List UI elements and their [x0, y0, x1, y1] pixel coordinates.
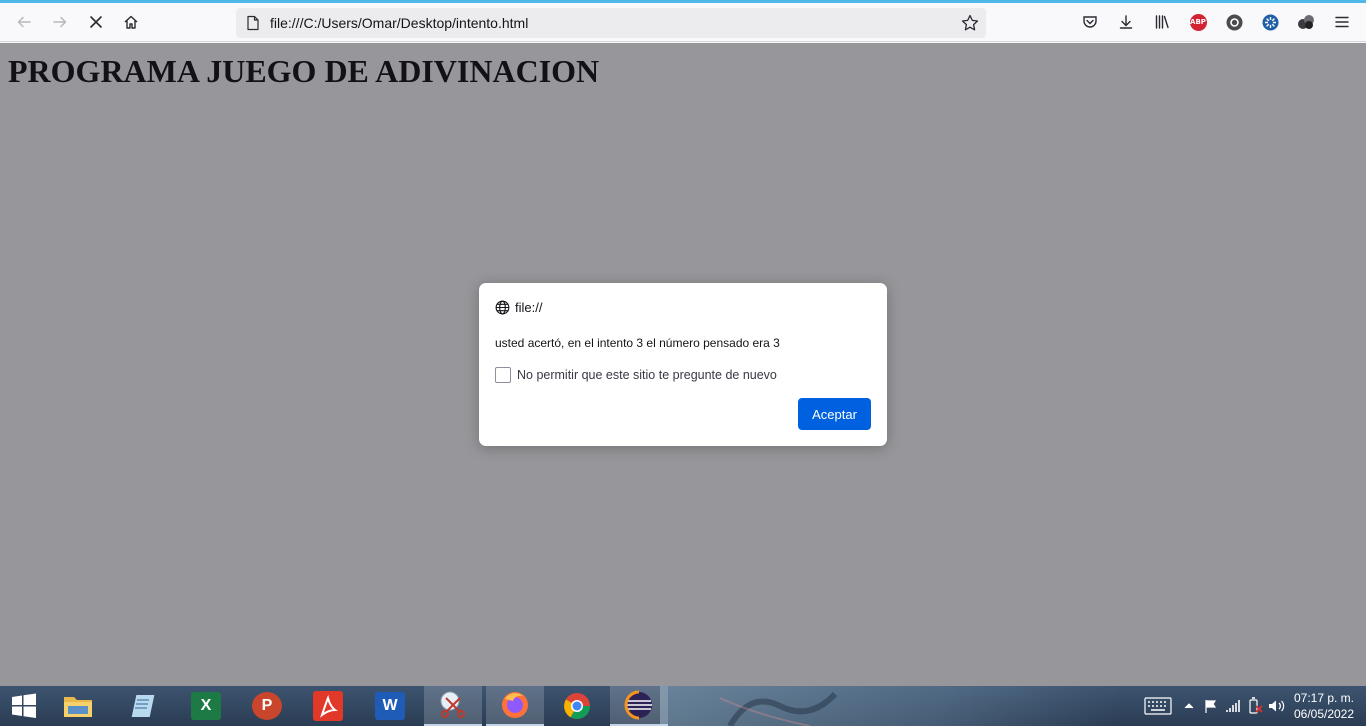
taskbar-eclipse[interactable]	[610, 686, 668, 726]
stop-loading-button[interactable]	[81, 7, 111, 37]
battery-status[interactable]	[1244, 686, 1266, 726]
taskbar-firefox[interactable]	[486, 686, 544, 726]
adblock-plus-button[interactable]: ABP	[1183, 7, 1213, 37]
home-button[interactable]	[116, 7, 146, 37]
clock-date: 06/05/2022	[1293, 707, 1355, 721]
forward-button[interactable]	[45, 7, 75, 37]
back-arrow-icon	[17, 16, 31, 28]
chevron-up-icon	[1184, 703, 1194, 709]
clock-time: 07:17 p. m.	[1293, 691, 1355, 705]
volume-control[interactable]	[1266, 686, 1288, 726]
extension-spheres-icon	[1298, 15, 1314, 29]
browser-toolbar: file:///C:/Users/Omar/Desktop/intento.ht…	[0, 3, 1366, 42]
touch-keyboard-button[interactable]	[1138, 686, 1178, 726]
close-x-icon	[90, 16, 102, 28]
extension-button-3[interactable]	[1291, 7, 1321, 37]
start-button[interactable]	[0, 686, 48, 726]
extension-button-2[interactable]	[1255, 7, 1285, 37]
dialog-origin: file://	[495, 300, 542, 315]
alert-dialog: file:// usted acertó, en el intento 3 el…	[479, 283, 887, 446]
page-icon	[247, 15, 259, 31]
windows-logo-icon	[12, 693, 36, 718]
suppress-dialogs-label[interactable]: No permitir que este sitio te pregunte d…	[517, 368, 777, 382]
speaker-icon	[1269, 700, 1285, 712]
taskbar-notepad[interactable]	[113, 686, 171, 726]
keyboard-icon	[1144, 697, 1172, 715]
taskbar-clock[interactable]: 07:17 p. m. 06/05/2022	[1288, 690, 1366, 722]
taskbar-snipping-tool[interactable]	[424, 686, 482, 726]
show-hidden-icons-button[interactable]	[1178, 686, 1200, 726]
home-icon	[124, 15, 138, 29]
pocket-button[interactable]	[1075, 7, 1105, 37]
snipping-tool-icon	[440, 691, 465, 718]
word-icon: W	[375, 692, 405, 720]
address-bar[interactable]: file:///C:/Users/Omar/Desktop/intento.ht…	[236, 8, 986, 38]
menu-button[interactable]	[1327, 7, 1357, 37]
globe-icon	[495, 300, 510, 315]
eclipse-icon	[624, 690, 652, 720]
pocket-icon	[1083, 16, 1097, 28]
signal-bars-icon	[1226, 700, 1240, 712]
dialog-message: usted acertó, en el intento 3 el número …	[495, 336, 780, 350]
library-button[interactable]	[1147, 7, 1177, 37]
taskbar-word[interactable]: W	[361, 686, 419, 726]
downloads-icon	[1119, 15, 1133, 29]
firefox-icon	[502, 692, 528, 718]
ok-button[interactable]: Aceptar	[798, 398, 871, 430]
notepad-icon	[131, 695, 155, 717]
taskbar-file-explorer[interactable]	[49, 686, 107, 726]
extension-circle-icon	[1226, 14, 1242, 30]
taskbar-excel[interactable]: X	[177, 686, 235, 726]
suppress-dialogs-option[interactable]: No permitir que este sitio te pregunte d…	[495, 367, 777, 383]
url-text[interactable]: file:///C:/Users/Omar/Desktop/intento.ht…	[270, 15, 528, 31]
extension-button-1[interactable]	[1219, 7, 1249, 37]
powerpoint-icon: P	[252, 692, 282, 720]
back-button[interactable]	[9, 7, 39, 37]
flag-icon	[1205, 700, 1217, 713]
bookmark-star-icon[interactable]	[960, 13, 980, 33]
wallpaper-decoration	[720, 691, 838, 726]
acrobat-icon	[313, 691, 343, 721]
system-tray: 07:17 p. m. 06/05/2022	[1138, 686, 1366, 726]
forward-arrow-icon	[53, 16, 67, 28]
chrome-icon	[564, 693, 591, 720]
downloads-button[interactable]	[1111, 7, 1141, 37]
taskbar-chrome[interactable]	[548, 686, 606, 726]
taskbar-powerpoint[interactable]: P	[238, 686, 296, 726]
network-status[interactable]	[1222, 686, 1244, 726]
extension-gear-icon	[1262, 14, 1278, 30]
adblock-plus-icon: ABP	[1189, 13, 1207, 31]
battery-unplugged-icon	[1249, 697, 1263, 714]
library-icon	[1155, 15, 1169, 29]
dialog-origin-text: file://	[515, 300, 543, 315]
windows-taskbar: X P W 07:17 p. m. 06/05/2022	[0, 686, 1366, 726]
excel-icon: X	[191, 692, 221, 720]
taskbar-acrobat[interactable]	[299, 686, 357, 726]
action-center-flag[interactable]	[1200, 686, 1222, 726]
file-explorer-icon	[64, 697, 92, 717]
suppress-dialogs-checkbox[interactable]	[495, 367, 511, 383]
hamburger-menu-icon	[1335, 16, 1349, 28]
